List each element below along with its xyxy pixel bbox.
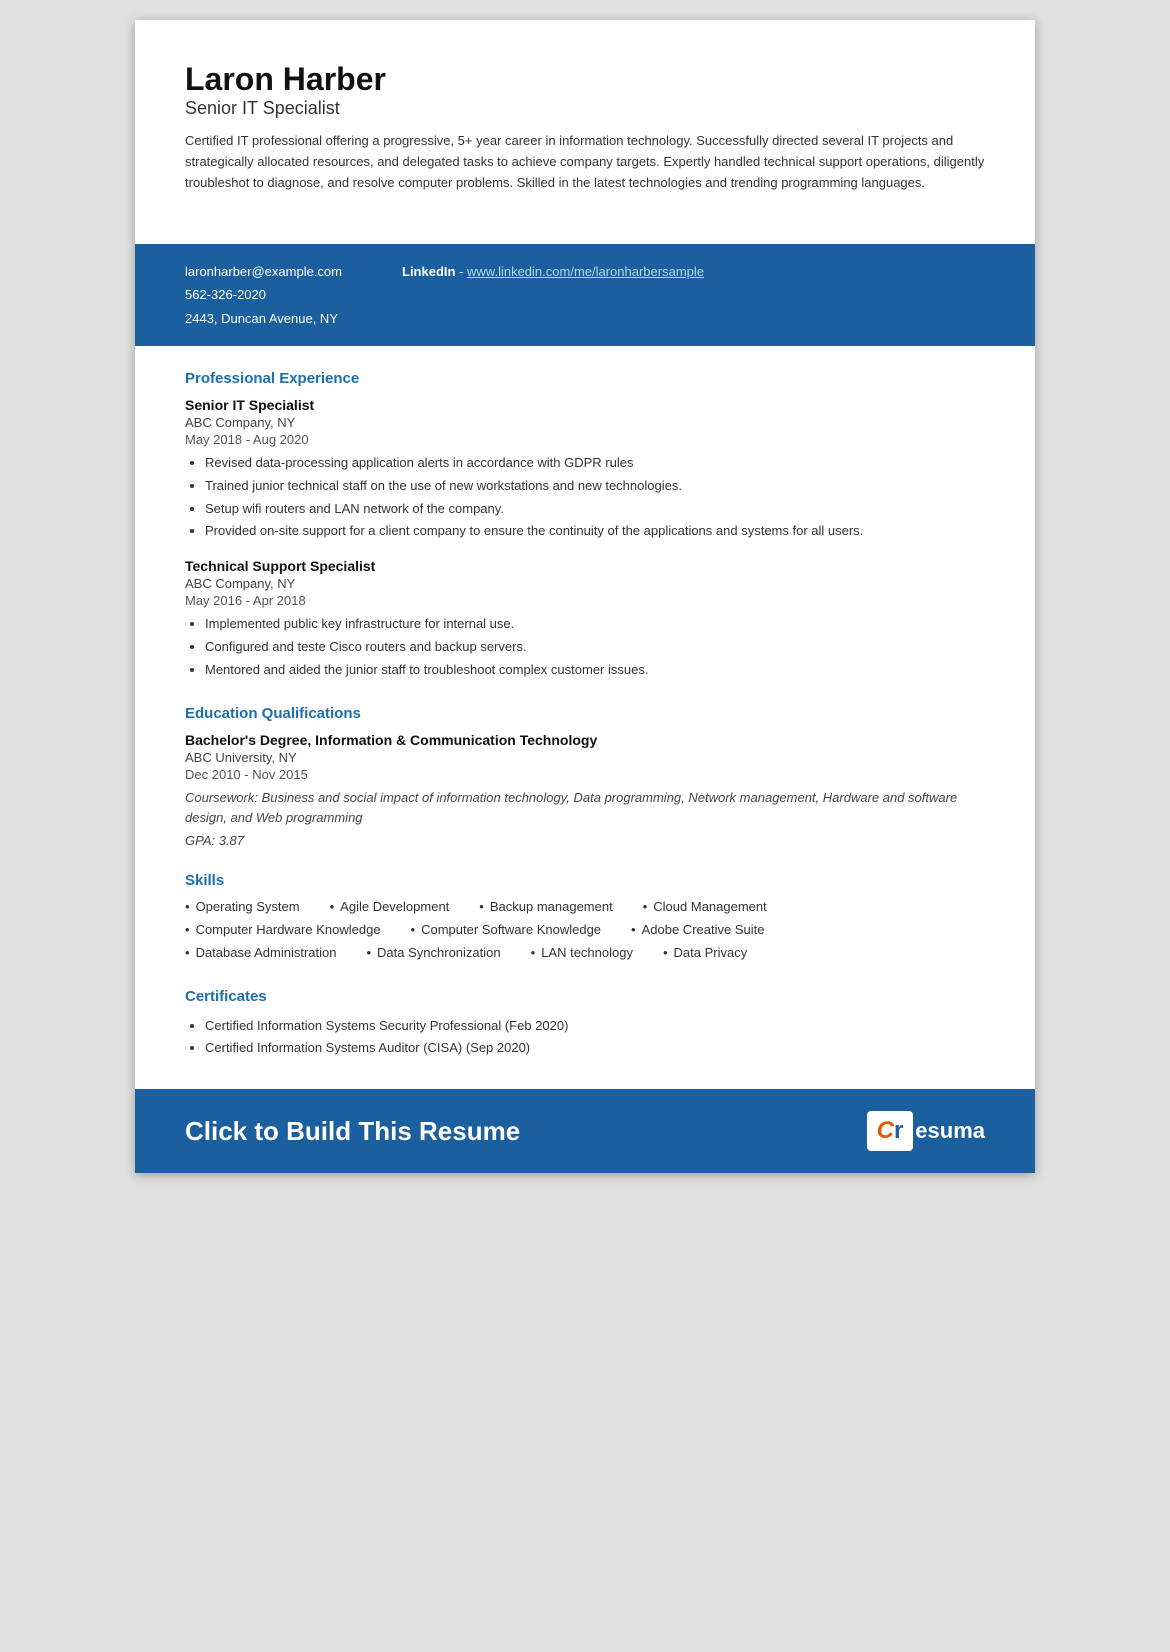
bullet-0-3: Provided on-site support for a client co… <box>205 521 985 542</box>
contact-right: LinkedIn - www.linkedin.com/me/laronharb… <box>402 260 704 283</box>
skills-row-2: Database Administration Data Synchroniza… <box>185 945 985 964</box>
certificates-section: Certificates Certified Information Syste… <box>135 988 1035 1059</box>
skill-1-2: Adobe Creative Suite <box>631 922 764 937</box>
skills-row-0: Operating System Agile Development Backu… <box>185 899 985 918</box>
candidate-name: Laron Harber <box>185 60 985 98</box>
edu-date-0: Dec 2010 - Nov 2015 <box>185 767 985 782</box>
bullet-1-1: Configured and teste Cisco routers and b… <box>205 637 985 658</box>
certificates-title: Certificates <box>185 988 985 1005</box>
cert-1: Certified Information Systems Auditor (C… <box>205 1037 985 1059</box>
logo-r-icon: r <box>894 1117 903 1144</box>
experience-title: Professional Experience <box>185 370 985 387</box>
dates-1: May 2016 - Apr 2018 <box>185 593 985 608</box>
skill-2-3: Data Privacy <box>663 945 747 960</box>
education-title: Education Qualifications <box>185 705 985 722</box>
contact-address: 2443, Duncan Avenue, NY <box>185 307 342 330</box>
company-0: ABC Company, NY <box>185 415 985 430</box>
company-1: ABC Company, NY <box>185 576 985 591</box>
skill-2-2: LAN technology <box>531 945 633 960</box>
cert-list: Certified Information Systems Security P… <box>185 1015 985 1059</box>
skill-0-0: Operating System <box>185 899 300 914</box>
edu-coursework-0: Coursework: Business and social impact o… <box>185 788 985 830</box>
edu-degree-0: Bachelor's Degree, Information & Communi… <box>185 732 985 748</box>
job-title-1: Technical Support Specialist <box>185 558 985 574</box>
cert-0: Certified Information Systems Security P… <box>205 1015 985 1037</box>
skill-0-2: Backup management <box>479 899 612 914</box>
skills-title: Skills <box>185 872 985 889</box>
edu-0: Bachelor's Degree, Information & Communi… <box>185 732 985 849</box>
linkedin-separator: - <box>455 264 467 279</box>
contact-left: laronharber@example.com 562-326-2020 244… <box>185 260 342 330</box>
job-0: Senior IT Specialist ABC Company, NY May… <box>185 397 985 542</box>
linkedin-label: LinkedIn <box>402 264 455 279</box>
job-title-0: Senior IT Specialist <box>185 397 985 413</box>
footer-logo: Cr esuma <box>867 1111 985 1151</box>
logo-cr-text: Cr <box>877 1117 904 1145</box>
skills-section: Skills Operating System Agile Developmen… <box>135 872 1035 968</box>
skills-row-1: Computer Hardware Knowledge Computer Sof… <box>185 922 985 941</box>
job-1: Technical Support Specialist ABC Company… <box>185 558 985 680</box>
logo-text: esuma <box>915 1118 985 1144</box>
education-section: Education Qualifications Bachelor's Degr… <box>135 705 1035 849</box>
summary-text: Certified IT professional offering a pro… <box>185 131 985 193</box>
footer-bar[interactable]: Click to Build This Resume Cr esuma <box>135 1089 1035 1173</box>
linkedin-url[interactable]: www.linkedin.com/me/laronharbersample <box>467 264 704 279</box>
contact-email: laronharber@example.com <box>185 260 342 283</box>
bullets-1: Implemented public key infrastructure fo… <box>185 614 985 680</box>
skill-0-1: Agile Development <box>330 899 450 914</box>
skill-2-1: Data Synchronization <box>366 945 500 960</box>
contact-phone: 562-326-2020 <box>185 283 342 306</box>
bullet-1-0: Implemented public key infrastructure fo… <box>205 614 985 635</box>
skill-1-0: Computer Hardware Knowledge <box>185 922 381 937</box>
skill-2-0: Database Administration <box>185 945 336 960</box>
bullet-0-0: Revised data-processing application aler… <box>205 453 985 474</box>
resume-header: Laron Harber Senior IT Specialist Certif… <box>135 20 1035 244</box>
bullet-0-2: Setup wifi routers and LAN network of th… <box>205 499 985 520</box>
bullets-0: Revised data-processing application aler… <box>185 453 985 542</box>
logo-c-icon: C <box>877 1117 894 1144</box>
footer-cta[interactable]: Click to Build This Resume <box>185 1116 520 1147</box>
dates-0: May 2018 - Aug 2020 <box>185 432 985 447</box>
bullet-1-2: Mentored and aided the junior staff to t… <box>205 660 985 681</box>
skill-0-3: Cloud Management <box>643 899 767 914</box>
bullet-0-1: Trained junior technical staff on the us… <box>205 476 985 497</box>
edu-school-0: ABC University, NY <box>185 750 985 765</box>
linkedin-line: LinkedIn - www.linkedin.com/me/laronharb… <box>402 260 704 283</box>
logo-box: Cr <box>867 1111 914 1151</box>
edu-gpa-0: GPA: 3.87 <box>185 833 985 848</box>
contact-bar: laronharber@example.com 562-326-2020 244… <box>135 244 1035 346</box>
candidate-title: Senior IT Specialist <box>185 98 985 119</box>
skills-grid: Operating System Agile Development Backu… <box>185 899 985 968</box>
skill-1-1: Computer Software Knowledge <box>411 922 602 937</box>
experience-section: Professional Experience Senior IT Specia… <box>135 370 1035 681</box>
resume-page: Laron Harber Senior IT Specialist Certif… <box>135 20 1035 1173</box>
